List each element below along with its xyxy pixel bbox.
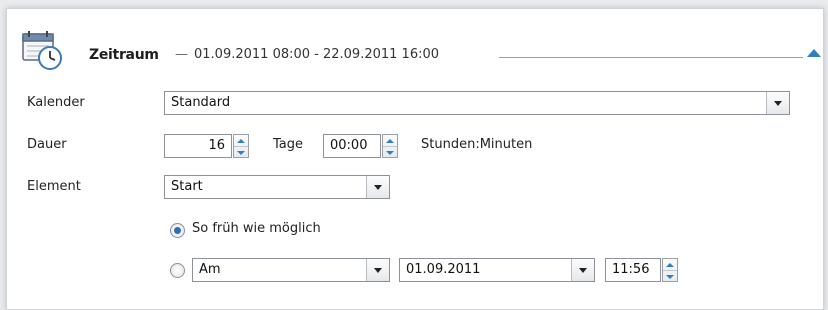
days-unit-label: Tage [273,137,304,152]
constraint-time-input[interactable]: 11:56 [605,258,661,282]
constraint-date-picker[interactable]: 01.09.2011 [399,258,595,282]
spin-down-button[interactable] [234,146,248,158]
chevron-down-icon [374,184,382,190]
zeitraum-panel: Zeitraum — 01.09.2011 08:00 - 22.09.2011 … [6,8,824,310]
spin-up-button[interactable] [383,135,397,146]
arrow-down-icon [666,274,674,279]
spin-down-button[interactable] [663,270,677,282]
time-unit-label: Stunden:Minuten [421,137,533,152]
constraint-mode-value: Am [199,262,221,277]
constraint-mode-dropdown-button[interactable] [366,259,389,281]
constraint-mode-select[interactable]: Am [192,258,390,282]
collapse-up-icon[interactable] [807,49,821,57]
asap-label: So früh wie möglich [192,221,321,236]
element-select[interactable]: Start [164,175,390,199]
chevron-down-icon [579,267,587,273]
arrow-down-icon [237,150,245,155]
calendar-select-value: Standard [171,95,231,110]
constraint-time-spinner[interactable] [662,258,678,282]
chevron-down-icon [774,100,782,106]
duration-days-input[interactable]: 16 [164,134,232,158]
arrow-up-icon [237,138,245,143]
element-label: Element [27,179,81,194]
duration-days-spinner[interactable] [233,134,249,158]
section-title: Zeitraum [89,47,159,63]
calendar-dropdown-button[interactable] [766,92,789,114]
header-divider [499,57,803,58]
duration-time-input[interactable]: 00:00 [323,134,381,158]
date-range-summary: — 01.09.2011 08:00 - 22.09.2011 16:00 [175,47,439,62]
arrow-up-icon [666,262,674,267]
constraint-time-value: 11:56 [612,262,650,277]
duration-days-value: 16 [208,138,225,153]
calendar-label: Kalender [27,95,85,110]
spin-up-button[interactable] [234,135,248,146]
arrow-down-icon [386,150,394,155]
constraint-date-value: 01.09.2011 [406,262,481,277]
date-dropdown-button[interactable] [571,259,594,281]
date-range-text: 01.09.2011 08:00 - 22.09.2011 16:00 [194,47,440,62]
duration-time-spinner[interactable] [382,134,398,158]
chevron-down-icon [374,267,382,273]
calendar-clock-icon [21,29,63,71]
duration-time-value: 00:00 [330,138,368,153]
element-select-value: Start [171,179,203,194]
spin-up-button[interactable] [663,259,677,270]
calendar-select[interactable]: Standard [164,91,790,115]
arrow-up-icon [386,138,394,143]
spin-down-button[interactable] [383,146,397,158]
element-dropdown-button[interactable] [366,176,389,198]
title-separator: — [175,47,188,62]
on-date-radio[interactable] [170,263,185,278]
asap-radio[interactable] [170,223,185,238]
duration-label: Dauer [27,137,67,152]
